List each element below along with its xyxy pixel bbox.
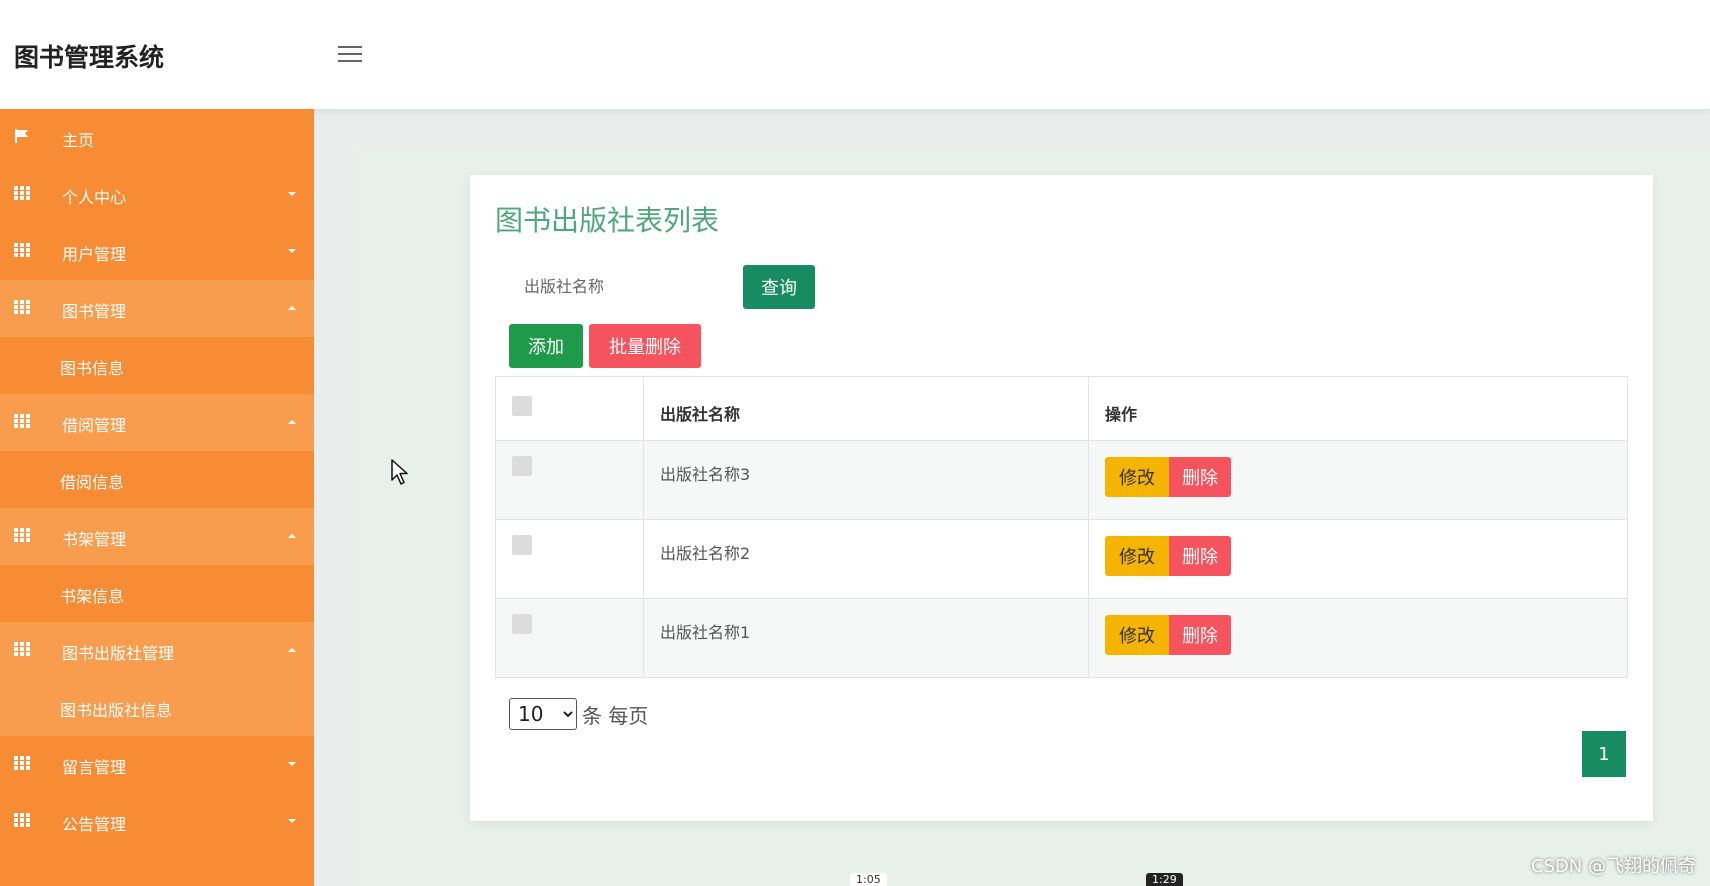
row-actions-cell: 修改 删除 [1088,598,1628,678]
grid-icon [14,414,30,428]
grid-icon [14,528,30,542]
video-timestamp: 1:29 [1146,873,1183,886]
chevron-up-icon [288,648,296,652]
sidebar-item-notices[interactable]: 公告管理 [0,793,314,850]
page-title: 图书出版社表列表 [495,204,720,237]
publisher-name-cell: 出版社名称1 [643,598,1089,678]
query-button[interactable]: 查询 [743,265,815,309]
sidebar-subitem-label: 图书信息 [60,359,125,378]
sidebar-subitem-shelf-info[interactable]: 书架信息 [0,565,314,622]
sidebar-subitem-borrow-info[interactable]: 借阅信息 [0,451,314,508]
edit-button[interactable]: 修改 [1105,615,1169,655]
delete-button[interactable]: 删除 [1169,457,1231,497]
sidebar-item-publisher[interactable]: 图书出版社管理 [0,622,314,679]
pagination-page-1[interactable]: 1 [1582,731,1626,777]
select-all-checkbox[interactable] [512,396,532,416]
chevron-down-icon [288,762,296,766]
row-actions-cell: 修改 删除 [1088,440,1628,520]
grid-icon [14,642,30,656]
add-button[interactable]: 添加 [509,324,583,368]
publisher-list-card: 图书出版社表列表 查询 添加 批量删除 出版社名称 操作 出版社名称3 修改 删… [470,175,1653,821]
sidebar-subitem-label: 书架信息 [60,587,125,606]
sidebar-item-home[interactable]: 主页 [0,109,314,166]
column-header-actions: 操作 [1088,376,1628,441]
delete-button[interactable]: 删除 [1169,615,1231,655]
select-all-header [495,376,644,441]
video-timestamp: 1:05 [850,873,887,886]
chevron-down-icon [288,249,296,253]
mouse-cursor-icon [391,459,408,485]
sidebar-item-messages[interactable]: 留言管理 [0,736,314,793]
sidebar-subitem-publisher-info[interactable]: 图书出版社信息 [0,679,314,736]
sidebar-item-label: 用户管理 [62,245,127,264]
sidebar-item-label: 留言管理 [62,758,127,777]
sidebar-item-label: 书架管理 [62,530,127,549]
sidebar-item-label: 公告管理 [62,815,127,834]
top-header: 图书管理系统 [0,0,1710,109]
grid-icon [14,813,30,827]
batch-delete-button[interactable]: 批量删除 [589,324,701,368]
column-header-publisher-name: 出版社名称 [643,376,1089,441]
publisher-name-search-input[interactable] [510,265,710,307]
row-select-cell [495,440,644,520]
sidebar-item-books[interactable]: 图书管理 [0,280,314,337]
grid-icon [14,243,30,257]
flag-icon [15,129,28,143]
edit-button[interactable]: 修改 [1105,457,1169,497]
chevron-down-icon [288,192,296,196]
chevron-up-icon [288,420,296,424]
table-row: 出版社名称2 修改 删除 [495,519,1628,599]
row-select-cell [495,598,644,678]
delete-button[interactable]: 删除 [1169,536,1231,576]
table-header-row: 出版社名称 操作 [495,376,1628,441]
page-size-select[interactable]: 10 [509,698,577,730]
table-row: 出版社名称1 修改 删除 [495,598,1628,678]
sidebar-item-label: 个人中心 [62,188,127,207]
row-checkbox[interactable] [512,456,532,476]
grid-icon [14,756,30,770]
sidebar-item-label: 主页 [62,131,95,150]
row-select-cell [495,519,644,599]
sidebar-subitem-book-info[interactable]: 图书信息 [0,337,314,394]
grid-icon [14,300,30,314]
sidebar-item-borrow[interactable]: 借阅管理 [0,394,314,451]
edit-button[interactable]: 修改 [1105,536,1169,576]
sidebar: 主页 个人中心 用户管理 图书管理 图书信息 借阅管理 借阅信息 书架管理 书架… [0,109,314,886]
publisher-table: 出版社名称 操作 出版社名称3 修改 删除 出版社名称2 修改 删除 出版社名称… [495,376,1628,678]
sidebar-item-profile[interactable]: 个人中心 [0,166,314,223]
row-checkbox[interactable] [512,614,532,634]
sidebar-subitem-label: 借阅信息 [60,473,125,492]
app-title: 图书管理系统 [14,43,165,72]
watermark: CSDN @飞翔的佩奇 [1530,856,1696,877]
sidebar-subitem-label: 图书出版社信息 [60,701,173,720]
table-row: 出版社名称3 修改 删除 [495,440,1628,520]
publisher-name-cell: 出版社名称3 [643,440,1089,520]
sidebar-item-label: 图书管理 [62,302,127,321]
sidebar-item-label: 借阅管理 [62,416,127,435]
row-checkbox[interactable] [512,535,532,555]
grid-icon [14,186,30,200]
per-page-label: 条 每页 [582,704,649,728]
chevron-up-icon [288,534,296,538]
chevron-down-icon [288,819,296,823]
hamburger-menu-icon[interactable] [338,46,362,64]
sidebar-item-shelf[interactable]: 书架管理 [0,508,314,565]
row-actions-cell: 修改 删除 [1088,519,1628,599]
publisher-name-cell: 出版社名称2 [643,519,1089,599]
sidebar-item-users[interactable]: 用户管理 [0,223,314,280]
chevron-up-icon [288,306,296,310]
sidebar-item-label: 图书出版社管理 [62,644,175,663]
